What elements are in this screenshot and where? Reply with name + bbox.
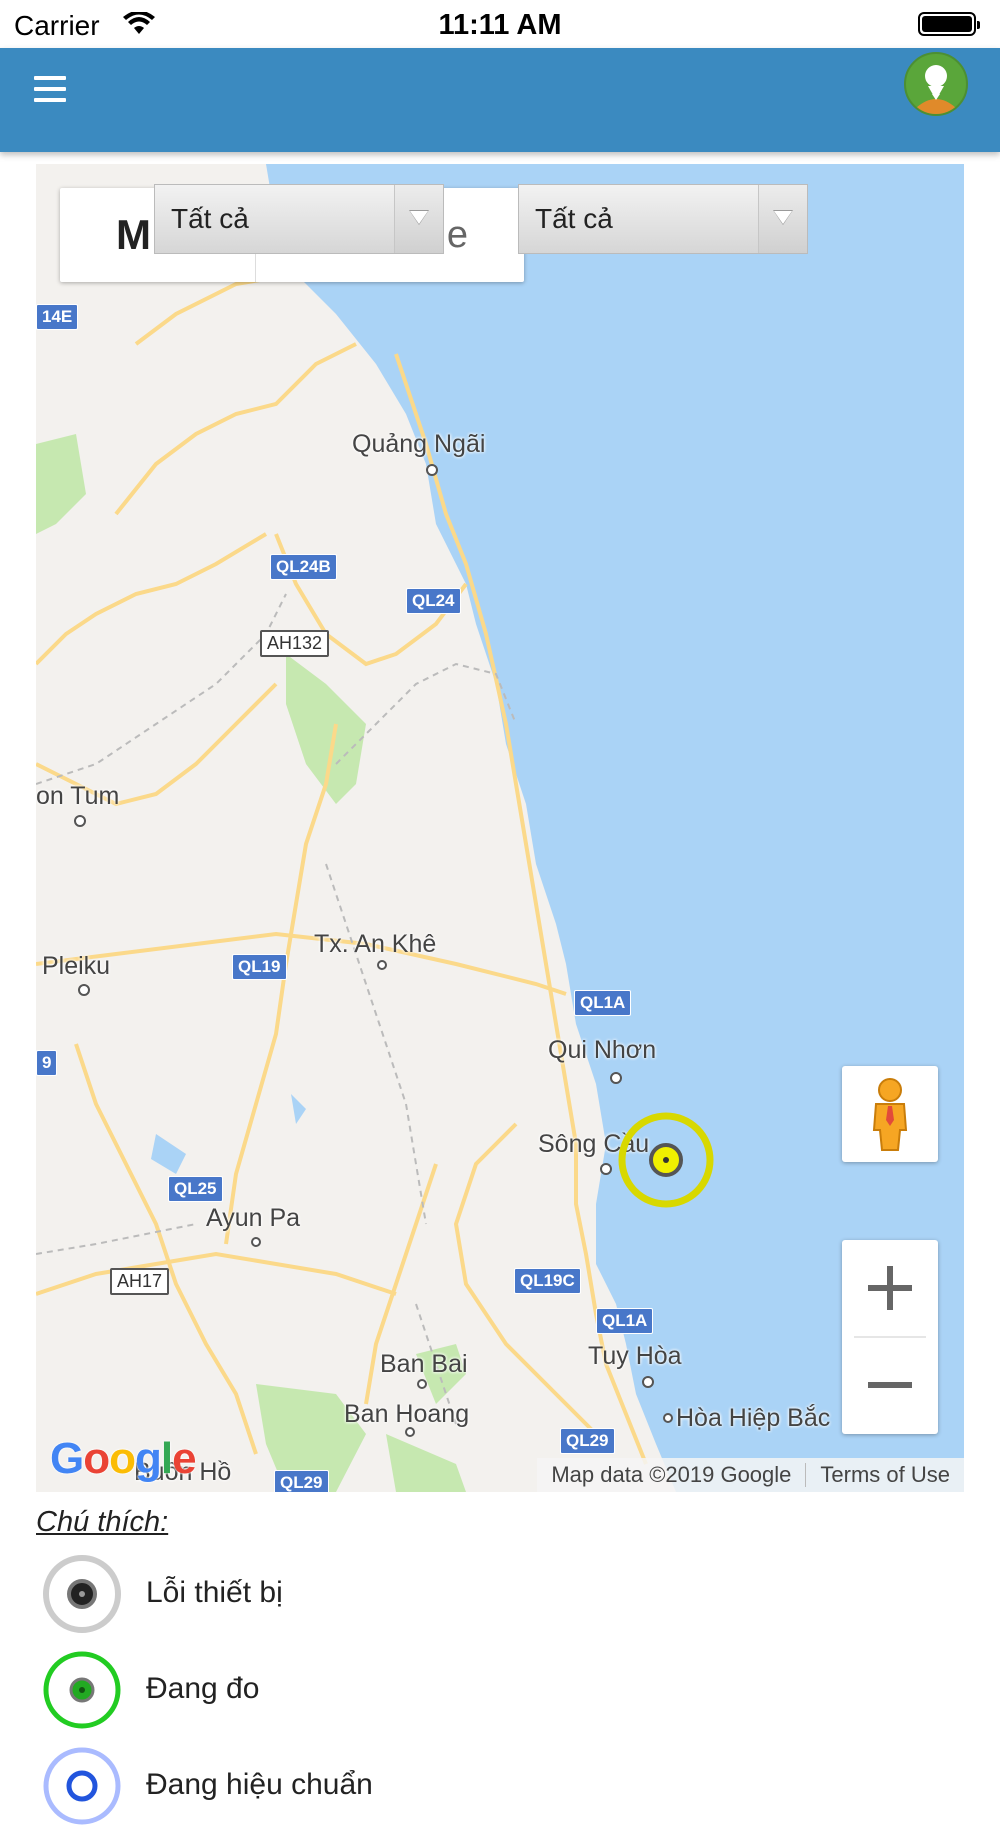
device-error-icon [43,1555,121,1633]
place-label: on Tum [36,782,120,810]
road-shield: QL29 [274,1470,329,1492]
road-shield: QL1A [596,1308,654,1334]
place-label: Ban Bai [380,1350,468,1378]
place-label: Pleiku [42,952,111,980]
clock: 11:11 AM [438,9,562,41]
calibrating-icon [43,1747,121,1825]
place-label: Ban Hoang [344,1400,470,1428]
place-label: Ayun Pa [206,1204,301,1232]
status-bar: Carrier 11:11 AM [0,0,1000,48]
hamburger-icon[interactable] [34,76,66,110]
place-label: Tuy Hòa [588,1342,682,1370]
road-shield: QL1A [574,990,632,1016]
road-shield: 9 [36,1050,58,1076]
place-label: Hòa Hiệp Bắc [676,1404,831,1432]
road-shield: QL24 [406,588,461,614]
filter-select-1[interactable]: Tất cả [154,184,444,254]
road-shield: AH132 [260,630,330,657]
app-header [0,48,1000,152]
road-shield: QL24B [270,554,337,580]
zoom-in-button[interactable] [842,1240,938,1336]
legend: Chú thích: Lỗi thiết bị Đang đo Đang hiệ… [36,1500,964,1825]
map-attribution: Map data ©2019 Google Terms of Use [537,1458,964,1492]
filter-select-2-value: Tất cả [535,203,613,234]
map-view[interactable]: Quảng Ngãi on Tum Pleiku Tx. An Khê Qui … [36,164,964,1492]
legend-title: Chú thích: [36,1506,169,1538]
map-canvas[interactable] [36,164,964,1492]
station-marker[interactable] [616,1112,716,1212]
filter-select-2[interactable]: Tất cả [518,184,808,254]
road-shield: QL19 [232,954,287,980]
road-shield: QL29 [560,1428,615,1454]
filter-select-1-value: Tất cả [171,203,249,234]
road-shield: AH17 [110,1268,170,1295]
road-shield: QL19C [514,1268,581,1294]
place-label: Quảng Ngãi [352,430,486,458]
street-view-button[interactable] [842,1066,938,1162]
legend-label: Lỗi thiết bị [146,1576,283,1609]
battery-icon [918,12,980,36]
road-shield: 14E [36,304,79,330]
zoom-out-button[interactable] [842,1338,938,1434]
map-type-satellite-tab[interactable]: e [447,188,468,282]
legend-label: Đang đo [146,1672,260,1705]
measuring-icon [43,1651,121,1729]
place-label: Qui Nhơn [548,1036,657,1064]
road-shield: QL25 [168,1176,223,1202]
pegman-icon [872,1078,908,1151]
terms-of-use-link[interactable]: Terms of Use [806,1458,964,1492]
google-logo: Google [50,1434,197,1483]
map-data-label: Map data ©2019 Google [551,1462,792,1487]
zoom-control [842,1240,938,1434]
chevron-down-icon [394,185,443,253]
legend-label: Đang hiệu chuẩn [146,1768,373,1801]
chevron-down-icon [758,185,807,253]
user-avatar-icon[interactable] [904,52,968,116]
place-label: Tx. An Khê [314,930,437,958]
